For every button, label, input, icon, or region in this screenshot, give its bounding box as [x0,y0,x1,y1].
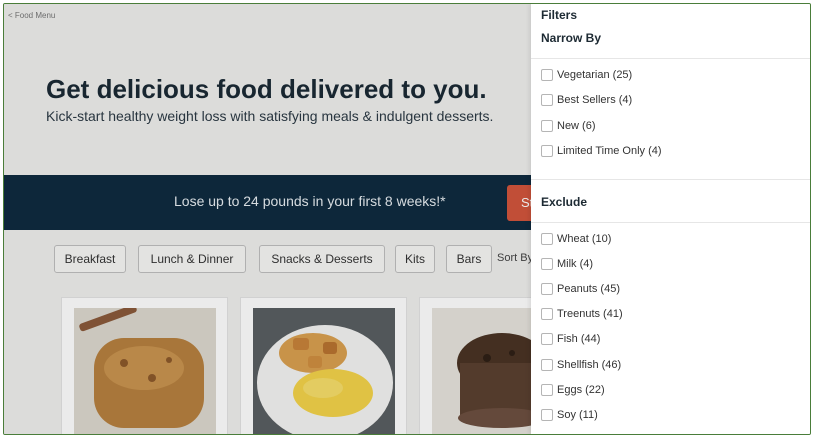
breadcrumb[interactable]: < Food Menu [8,11,55,20]
exclude-option-label: Soy (11) [557,409,598,421]
category-bars[interactable]: Bars [446,245,492,273]
menu-page: < Food Menu Get delicious food delivered… [4,4,552,434]
checkbox[interactable] [541,233,553,245]
exclude-option-label: Fish (44) [557,333,601,345]
hero-title: Get delicious food delivered to you. [46,74,487,104]
exclude-option-label: Eggs (22) [557,384,605,396]
screenshot-frame: < Food Menu Get delicious food delivered… [3,3,811,435]
checkbox[interactable] [541,69,553,81]
product-image [74,308,216,434]
checkbox[interactable] [541,258,553,270]
filter-option-label: Best Sellers (4) [557,94,633,106]
checkbox[interactable] [541,120,553,132]
category-kits[interactable]: Kits [395,245,435,273]
filter-option-label: Vegetarian (25) [557,69,633,81]
divider [531,58,810,59]
promo-text: Lose up to 24 pounds in your first 8 wee… [174,193,446,209]
checkbox[interactable] [541,145,553,157]
checkbox[interactable] [541,283,553,295]
checkbox[interactable] [541,308,553,320]
divider [531,222,810,223]
checkbox[interactable] [541,384,553,396]
product-image [253,308,395,434]
filters-panel: Filters Narrow By Vegetarian (25) Best S… [531,4,810,434]
exclude-title: Exclude [541,195,588,209]
filter-option-label: New (6) [557,120,596,132]
exclude-option-label: Treenuts (41) [557,308,623,320]
exclude-option-label: Milk (4) [557,258,594,270]
sort-by-label[interactable]: Sort By [497,252,533,264]
category-breakfast[interactable]: Breakfast [54,245,126,273]
filters-title: Filters [541,8,578,22]
divider [531,179,810,180]
checkbox[interactable] [541,333,553,345]
product-card[interactable] [240,297,407,434]
checkbox[interactable] [541,359,553,371]
narrow-by-title: Narrow By [541,31,602,45]
product-card[interactable] [61,297,228,434]
checkbox[interactable] [541,94,553,106]
exclude-option-label: Wheat (10) [557,233,612,245]
filter-option-label: Limited Time Only (4) [557,145,662,157]
exclude-option-label: Shellfish (46) [557,359,622,371]
checkbox[interactable] [541,409,553,421]
category-snacks-desserts[interactable]: Snacks & Desserts [259,245,385,273]
exclude-option-label: Peanuts (45) [557,283,620,295]
hero-subtitle: Kick-start healthy weight loss with sati… [46,108,494,124]
category-lunch-dinner[interactable]: Lunch & Dinner [138,245,246,273]
